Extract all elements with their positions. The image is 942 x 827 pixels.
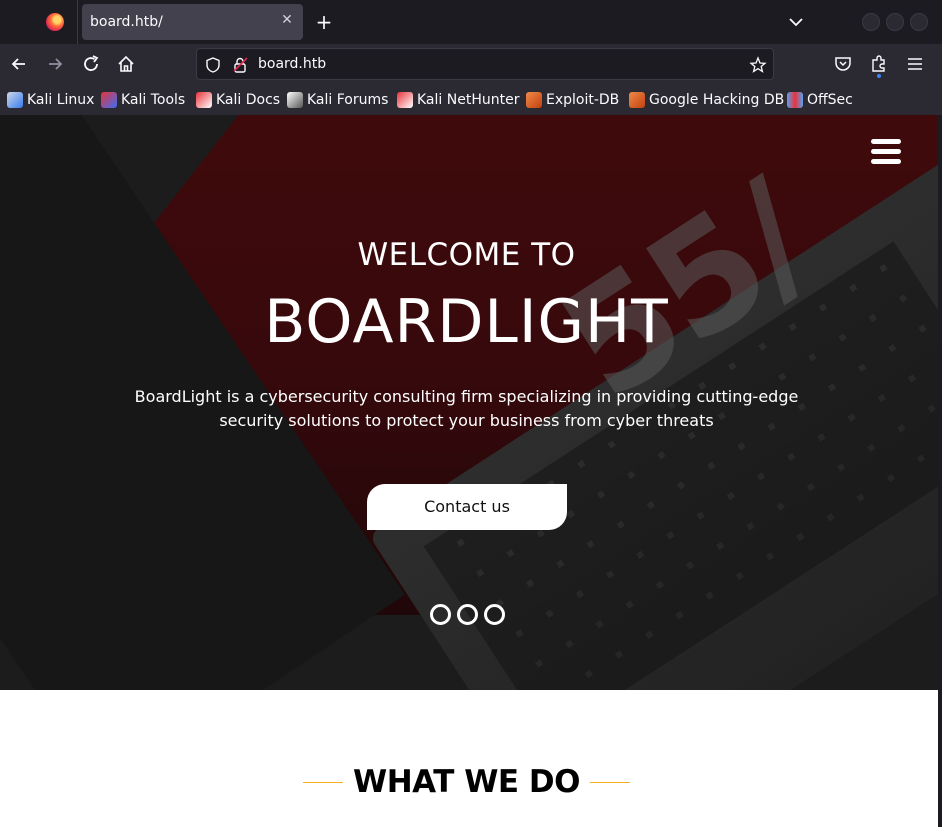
carousel-indicator-1[interactable] bbox=[430, 604, 451, 625]
insecure-lock-icon[interactable] bbox=[232, 56, 250, 74]
carousel-indicator-2[interactable] bbox=[457, 604, 478, 625]
bookmark-label: Kali Tools bbox=[121, 92, 186, 108]
bookmarks-toolbar: Kali Linux Kali Tools Kali Docs Kali For… bbox=[0, 84, 942, 115]
kali-dragon-icon bbox=[7, 92, 23, 108]
tab-title: board.htb/ bbox=[90, 14, 163, 30]
extension-badge bbox=[877, 74, 881, 78]
bookmark-kali-forums[interactable]: Kali Forums bbox=[287, 91, 388, 109]
maximize-button[interactable] bbox=[886, 13, 904, 31]
window-edge bbox=[938, 115, 942, 827]
hamburger-menu-icon[interactable] bbox=[904, 53, 926, 75]
chevron-down-icon[interactable] bbox=[786, 12, 806, 32]
bookmark-label: Kali Docs bbox=[216, 92, 281, 108]
ghdb-icon bbox=[629, 92, 645, 108]
tab-board-htb[interactable]: board.htb/ ✕ bbox=[82, 4, 303, 40]
bookmark-label: Kali NetHunter bbox=[417, 92, 520, 108]
offsec-icon bbox=[787, 92, 803, 108]
tab-strip: board.htb/ ✕ + bbox=[0, 0, 942, 44]
shield-icon[interactable] bbox=[204, 56, 222, 74]
bookmark-exploit-db[interactable]: Exploit-DB bbox=[526, 91, 619, 109]
new-tab-button[interactable]: + bbox=[314, 11, 334, 33]
heading-accent-line-left bbox=[302, 781, 343, 783]
bookmark-label: Google Hacking DB bbox=[649, 92, 785, 108]
bookmark-kali-docs[interactable]: Kali Docs bbox=[196, 91, 280, 109]
kali-nethunter-icon bbox=[397, 92, 413, 108]
extensions-puzzle-icon[interactable] bbox=[868, 53, 890, 75]
pocket-icon[interactable] bbox=[832, 53, 854, 75]
heading-accent-line-right bbox=[590, 781, 631, 783]
hero-description: BoardLight is a cybersecurity consulting… bbox=[134, 387, 799, 430]
kali-tools-icon bbox=[101, 92, 117, 108]
minimize-button[interactable] bbox=[862, 13, 880, 31]
what-we-do-heading: WHAT WE DO bbox=[0, 764, 933, 800]
tab-separator bbox=[77, 0, 78, 44]
firefox-view-icon[interactable] bbox=[46, 13, 64, 31]
address-bar[interactable]: board.htb bbox=[196, 48, 774, 80]
section-title: WHAT WE DO bbox=[353, 764, 580, 800]
kali-docs-icon bbox=[196, 92, 212, 108]
bookmark-label: Kali Forums bbox=[307, 92, 389, 108]
web-page: 55/ WELCOME TO BOARDLIGHT BoardLight is … bbox=[0, 115, 942, 827]
hero-banner: 55/ WELCOME TO BOARDLIGHT BoardLight is … bbox=[0, 115, 942, 690]
site-menu-button[interactable] bbox=[871, 139, 901, 165]
hero-brand-title: BOARDLIGHT bbox=[264, 287, 669, 357]
bookmark-kali-linux[interactable]: Kali Linux bbox=[7, 91, 94, 109]
bookmark-star-icon[interactable] bbox=[749, 56, 767, 74]
bookmark-label: Kali Linux bbox=[27, 92, 95, 108]
back-arrow-icon[interactable] bbox=[8, 53, 30, 75]
bookmark-google-hacking-db[interactable]: Google Hacking DB bbox=[629, 91, 784, 109]
kali-forums-icon bbox=[287, 92, 303, 108]
forward-arrow-icon[interactable] bbox=[44, 53, 66, 75]
bookmark-label: Exploit-DB bbox=[546, 92, 620, 108]
hero-welcome: WELCOME TO bbox=[357, 237, 576, 273]
bookmark-kali-tools[interactable]: Kali Tools bbox=[101, 91, 185, 109]
url-text[interactable]: board.htb bbox=[258, 56, 326, 72]
bookmark-label: OffSec bbox=[807, 92, 853, 108]
bookmark-kali-nethunter[interactable]: Kali NetHunter bbox=[397, 91, 519, 109]
contact-us-button[interactable]: Contact us bbox=[367, 484, 567, 530]
navigation-toolbar: board.htb bbox=[0, 44, 942, 84]
reload-icon[interactable] bbox=[80, 53, 102, 75]
close-window-button[interactable] bbox=[910, 13, 928, 31]
close-tab-icon[interactable]: ✕ bbox=[279, 12, 295, 28]
carousel-indicator-3[interactable] bbox=[484, 604, 505, 625]
bookmark-offsec[interactable]: OffSec bbox=[787, 91, 853, 109]
exploit-db-icon bbox=[526, 92, 542, 108]
home-icon[interactable] bbox=[115, 53, 137, 75]
